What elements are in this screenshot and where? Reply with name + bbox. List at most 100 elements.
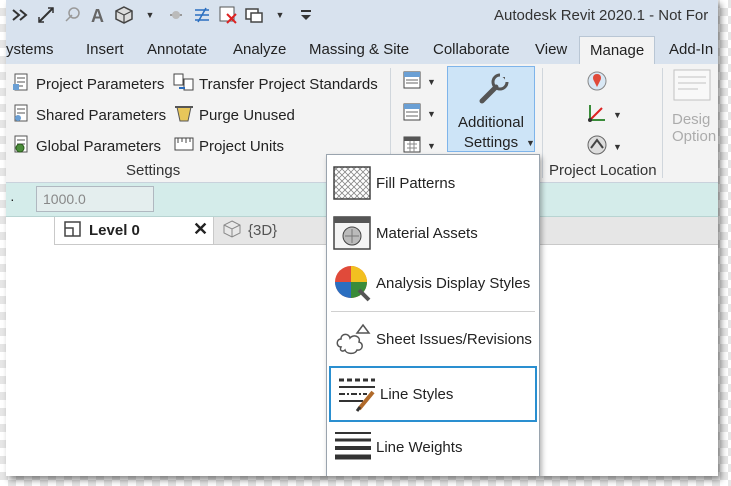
materials-icon (402, 70, 422, 93)
object-styles-dropdown[interactable]: ▼ (402, 102, 436, 125)
materials-dropdown[interactable]: ▼ (402, 70, 436, 93)
line-styles-icon (337, 375, 375, 413)
design-options-button[interactable]: Desig Option (672, 68, 716, 145)
design-options-label-1: Desig (672, 111, 711, 128)
chevrons-icon[interactable] (10, 5, 30, 25)
tab-insert[interactable]: Insert (86, 41, 124, 58)
object-styles-icon (402, 102, 422, 125)
wrench-icon (474, 71, 510, 110)
measure-icon[interactable] (36, 5, 56, 25)
switch-windows-icon[interactable] (244, 5, 264, 25)
menu-item-line-weights[interactable]: Line Weights (327, 423, 539, 471)
project-parameters-label: Project Parameters (36, 75, 165, 93)
menu-item-material-assets[interactable]: Material Assets (327, 209, 539, 257)
chevron-down-icon: ▼ (526, 138, 535, 148)
project-units-button[interactable]: Project Units (173, 134, 284, 158)
close-hidden-icon[interactable] (218, 5, 238, 25)
additional-settings-label-2: Settings (463, 134, 519, 151)
material-assets-icon (333, 214, 371, 252)
tab-systems[interactable]: ystems (6, 41, 54, 58)
chevron-down-icon: ▼ (613, 109, 622, 120)
coordinates-icon (586, 102, 608, 127)
shared-parameters-label: Shared Parameters (36, 106, 167, 124)
panel-divider (542, 68, 543, 178)
design-options-icon (672, 69, 712, 107)
design-options-label-2: Option (672, 128, 717, 145)
ribbon-tabs: ystems Insert Annotate Analyze Massing &… (6, 36, 718, 65)
chevron-down-icon: ▼ (427, 76, 436, 87)
global-parameters-button[interactable]: Global Parameters (12, 134, 161, 158)
line-styles-label: Line Styles (380, 385, 454, 403)
project-units-label: Project Units (199, 137, 285, 155)
3d-view-icon[interactable] (114, 5, 134, 25)
project-units-icon (173, 134, 195, 158)
options-bar-indicator: · (10, 191, 15, 207)
position-icon (586, 134, 608, 159)
line-weights-label: Line Weights (376, 438, 463, 456)
level-0-label: Level 0 (89, 222, 140, 239)
svg-text:A: A (91, 6, 104, 25)
quick-access-toolbar: A ▼ ▼ (10, 5, 316, 25)
menu-item-sheet-issues-revisions[interactable]: Sheet Issues/Revisions (327, 315, 539, 363)
project-parameters-icon (12, 72, 32, 96)
chevron-down-icon[interactable]: ▼ (140, 5, 160, 25)
menu-item-analysis-display-styles[interactable]: Analysis Display Styles (327, 259, 539, 307)
close-icon[interactable]: ✕ (193, 219, 208, 240)
text-icon[interactable]: A (88, 5, 108, 25)
section-icon[interactable] (166, 5, 186, 25)
tab-add-ins[interactable]: Add-In (669, 41, 713, 58)
dimension-icon[interactable] (62, 5, 82, 25)
shared-parameters-button[interactable]: Shared Parameters (12, 103, 166, 127)
transfer-standards-icon (173, 72, 195, 96)
analysis-display-styles-label: Analysis Display Styles (376, 274, 531, 292)
shared-parameters-icon (12, 103, 32, 127)
location-pin-icon (586, 70, 608, 95)
fill-patterns-label: Fill Patterns (376, 174, 456, 192)
menu-item-fill-patterns[interactable]: Fill Patterns (327, 159, 539, 207)
offset-input[interactable]: 1000.0 (36, 186, 154, 212)
analysis-display-styles-icon (333, 264, 371, 302)
revision-cloud-icon (333, 320, 371, 358)
customize-toolbar-icon[interactable] (296, 5, 316, 25)
additional-settings-label-1: Additional (458, 114, 524, 131)
coordinates-dropdown[interactable]: ▼ (586, 102, 622, 127)
tab-3d[interactable]: {3D} (222, 217, 277, 244)
tab-collaborate[interactable]: Collaborate (433, 41, 510, 58)
global-parameters-label: Global Parameters (36, 137, 162, 155)
tab-massing-site[interactable]: Massing & Site (309, 41, 409, 58)
tab-analyze[interactable]: Analyze (233, 41, 286, 58)
purge-icon (173, 103, 195, 127)
location-button[interactable] (586, 70, 608, 95)
chevron-down-icon[interactable]: ▼ (270, 5, 290, 25)
material-assets-label: Material Assets (376, 224, 478, 242)
global-parameters-icon (12, 134, 32, 158)
additional-settings-menu: Fill Patterns Material Assets Analysis D… (326, 154, 540, 476)
tab-level-0[interactable]: Level 0 ✕ (54, 217, 214, 244)
transfer-project-standards-label: Transfer Project Standards (199, 75, 378, 93)
purge-unused-button[interactable]: Purge Unused (173, 103, 295, 127)
project-location-panel-label: Project Location (549, 162, 657, 179)
chevron-down-icon: ▼ (427, 108, 436, 119)
floor-plan-icon (63, 220, 83, 242)
purge-unused-label: Purge Unused (199, 106, 295, 124)
settings-panel-label: Settings (126, 162, 181, 179)
app-title: Autodesk Revit 2020.1 - Not For (494, 7, 709, 24)
chevron-down-icon: ▼ (427, 140, 436, 151)
tab-view[interactable]: View (535, 41, 567, 58)
revit-window: A ▼ ▼ Autodesk Revit 2020.1 - Not For ys… (6, 0, 718, 476)
menu-separator (331, 311, 535, 312)
line-weights-icon (333, 428, 371, 466)
panel-divider (662, 68, 663, 178)
chevron-down-icon: ▼ (613, 141, 622, 152)
3d-view-icon (222, 219, 242, 242)
tab-annotate[interactable]: Annotate (147, 41, 207, 58)
3d-label: {3D} (248, 222, 278, 239)
menu-item-line-styles[interactable]: Line Styles (329, 366, 537, 422)
title-bar: A ▼ ▼ Autodesk Revit 2020.1 - Not For (6, 0, 718, 36)
thin-lines-icon[interactable] (192, 5, 212, 25)
tab-manage[interactable]: Manage (579, 36, 656, 64)
transfer-project-standards-button[interactable]: Transfer Project Standards (173, 72, 378, 96)
additional-settings-button[interactable]: Additional Settings ▼ (447, 66, 535, 152)
position-dropdown[interactable]: ▼ (586, 134, 622, 159)
project-parameters-button[interactable]: Project Parameters (12, 72, 164, 96)
